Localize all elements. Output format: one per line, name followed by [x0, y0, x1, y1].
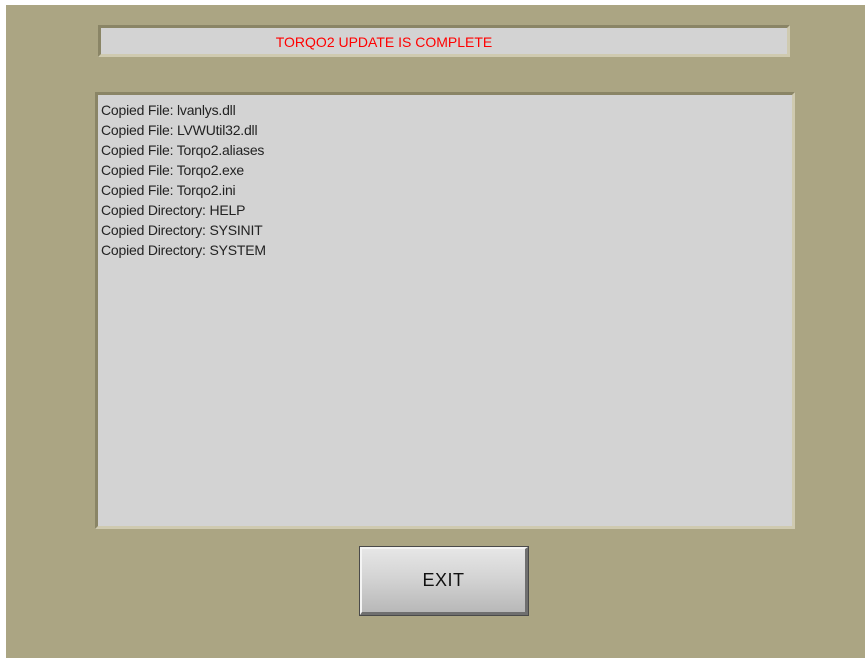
status-banner: TORQO2 UPDATE IS COMPLETE [98, 25, 790, 57]
exit-button[interactable]: EXIT [359, 546, 529, 616]
log-line: Copied Directory: SYSINIT [101, 222, 263, 238]
log-line: Copied File: Torqo2.ini [101, 182, 236, 198]
copy-log-list[interactable]: Copied File: lvanlys.dll Copied File: LV… [95, 92, 795, 529]
log-line: Copied File: Torqo2.aliases [101, 142, 265, 158]
log-line: Copied File: lvanlys.dll [101, 102, 236, 118]
log-line: Copied Directory: HELP [101, 202, 246, 218]
update-window: TORQO2 UPDATE IS COMPLETE Copied File: l… [6, 5, 865, 658]
exit-button-label: EXIT [422, 570, 465, 590]
log-line: Copied File: Torqo2.exe [101, 162, 245, 178]
status-message: TORQO2 UPDATE IS COMPLETE [275, 34, 493, 50]
log-line: Copied Directory: SYSTEM [101, 242, 266, 258]
log-line: Copied File: LVWUtil32.dll [101, 122, 258, 138]
